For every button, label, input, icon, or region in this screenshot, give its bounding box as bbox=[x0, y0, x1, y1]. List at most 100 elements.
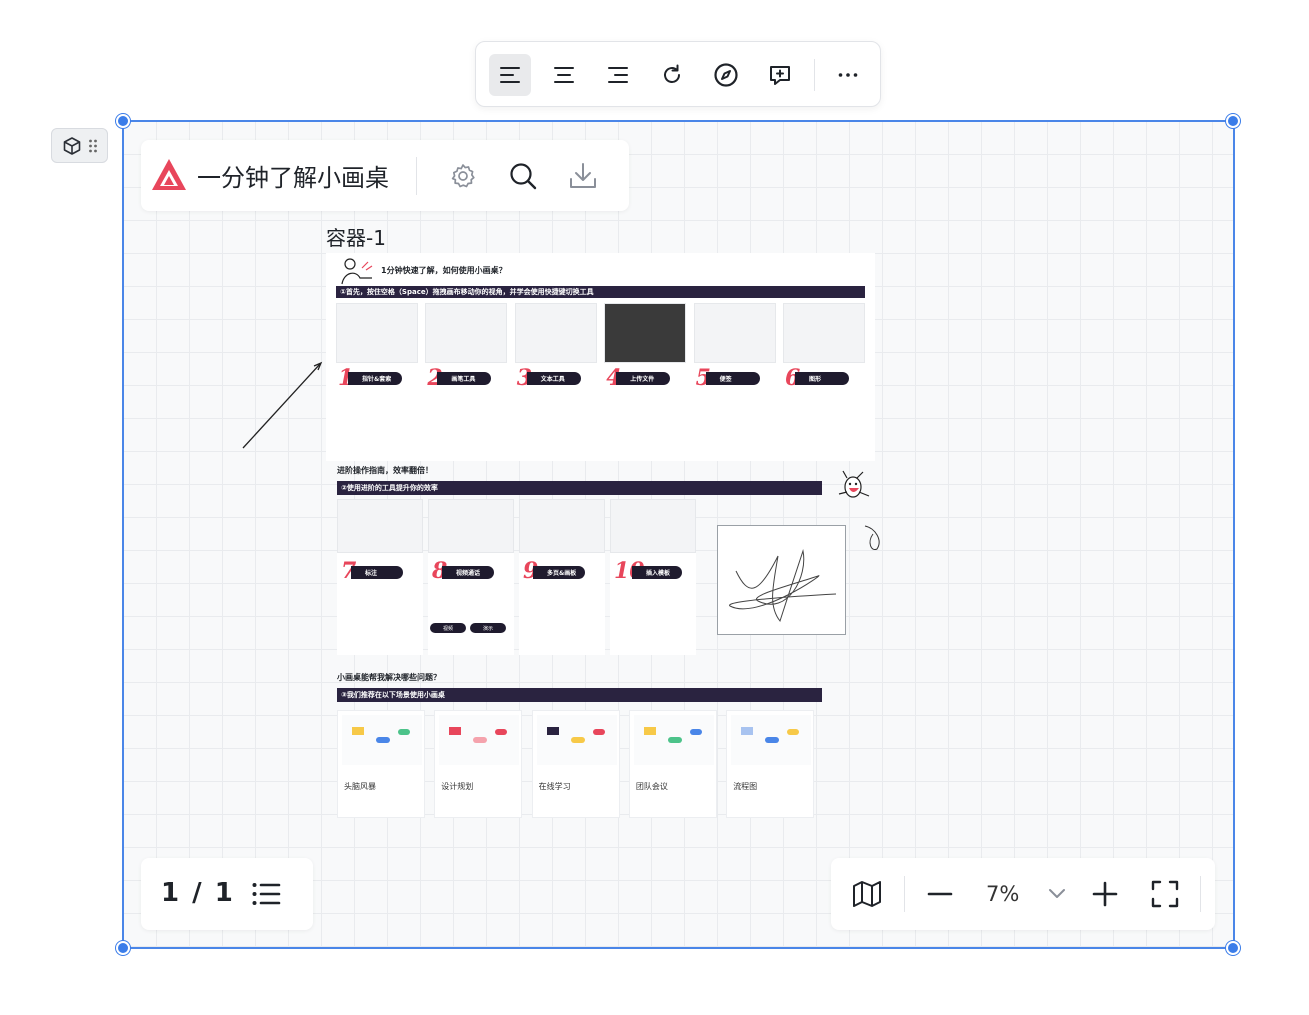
advanced-card: 10 插入模板 bbox=[610, 499, 696, 655]
section2-title: 进阶操作指南，效率翻倍！ bbox=[337, 466, 433, 475]
scene-card: 团队会议 bbox=[628, 710, 717, 818]
refresh-button[interactable] bbox=[651, 54, 693, 96]
align-right-button[interactable] bbox=[597, 54, 639, 96]
section3-title: 小画桌能帮我解决哪些问题？ bbox=[337, 673, 441, 682]
tool-thumbnail bbox=[783, 303, 865, 363]
advanced-card: 8 视频通话 视频 演示 bbox=[428, 499, 514, 655]
advanced-thumbnail bbox=[519, 499, 605, 553]
header-divider bbox=[416, 157, 417, 195]
section1-banner: ①首先，按住空格（Space）拖拽画布移动你的视角，并学会使用快捷键切换工具 bbox=[336, 286, 865, 298]
zoom-in-button[interactable] bbox=[1085, 874, 1125, 914]
scene-thumbnail bbox=[439, 715, 520, 765]
tools-row: 1 指针&套索 2 画笔工具 3 文本工具 4 上传文件 5 便签 6 图形 bbox=[336, 303, 865, 453]
align-right-icon bbox=[608, 67, 628, 83]
minimap-button[interactable] bbox=[847, 874, 887, 914]
resize-handle-bottom-right[interactable] bbox=[1226, 941, 1240, 955]
align-center-button[interactable] bbox=[543, 54, 585, 96]
scene-name: 头脑风暴 bbox=[344, 782, 376, 791]
drawn-arrow[interactable] bbox=[238, 358, 328, 453]
floating-toolbar bbox=[475, 41, 881, 107]
tool-card: 5 便签 bbox=[693, 303, 776, 453]
compass-icon bbox=[714, 63, 738, 87]
doc-title: 1分钟快速了解，如何使用小画桌？ bbox=[381, 266, 507, 275]
settings-button[interactable] bbox=[443, 156, 483, 196]
advanced-card: 9 多页&画板 bbox=[519, 499, 605, 655]
advanced-label: 多页&画板 bbox=[533, 566, 585, 579]
tool-card: 4 上传文件 bbox=[604, 303, 687, 453]
tool-label: 指针&套索 bbox=[348, 372, 402, 385]
page-indicator: 1 / 1 bbox=[161, 878, 235, 908]
guide-section-1[interactable]: 1分钟快速了解，如何使用小画桌？ ①首先，按住空格（Space）拖拽画布移动你的… bbox=[326, 253, 875, 461]
scene-name: 在线学习 bbox=[538, 782, 571, 791]
app-title: 一分钟了解小画桌 bbox=[197, 164, 389, 192]
cube-icon bbox=[63, 136, 80, 155]
tool-thumbnail bbox=[604, 303, 687, 363]
signature-scribble bbox=[729, 549, 837, 623]
tool-label: 文本工具 bbox=[526, 372, 581, 385]
search-button[interactable] bbox=[503, 156, 543, 196]
zoom-divider-end bbox=[1200, 876, 1201, 912]
scene-thumbnail bbox=[731, 715, 812, 765]
align-center-icon bbox=[554, 67, 574, 83]
section2-banner: ②使用进阶的工具提升你的效率 bbox=[337, 481, 822, 495]
download-button[interactable] bbox=[563, 156, 603, 196]
scene-thumbnail bbox=[633, 715, 714, 765]
block-handle[interactable] bbox=[51, 128, 108, 163]
tool-card: 1 指针&套索 bbox=[336, 303, 418, 453]
tool-card: 2 画笔工具 bbox=[425, 303, 508, 453]
download-icon bbox=[570, 163, 596, 188]
zoom-out-button[interactable] bbox=[920, 874, 960, 914]
guide-section-3[interactable]: 小画桌能帮我解决哪些问题？ ③我们推荐在以下场景使用小画桌 头脑风暴 设计规划 … bbox=[335, 668, 822, 820]
scene-name: 流程图 bbox=[733, 782, 758, 791]
scene-name: 团队会议 bbox=[635, 782, 668, 791]
tool-thumbnail bbox=[693, 303, 776, 363]
fullscreen-button[interactable] bbox=[1145, 874, 1185, 914]
advanced-label: 标注 bbox=[351, 566, 403, 579]
tool-thumbnail bbox=[425, 303, 508, 363]
tool-card: 3 文本工具 bbox=[514, 303, 597, 453]
align-left-icon bbox=[500, 67, 520, 83]
search-icon bbox=[510, 163, 537, 190]
map-icon bbox=[853, 881, 881, 907]
zoom-dropdown-button[interactable] bbox=[1037, 874, 1077, 914]
scene-thumbnail bbox=[342, 715, 422, 765]
more-button[interactable] bbox=[827, 54, 869, 96]
refresh-icon bbox=[664, 64, 680, 83]
scene-card: 在线学习 bbox=[531, 710, 620, 818]
section3-banner: ③我们推荐在以下场景使用小画桌 bbox=[337, 688, 822, 702]
resize-handle-top-left[interactable] bbox=[116, 114, 130, 128]
scene-row: 头脑风暴 设计规划 在线学习 团队会议 流程图 bbox=[337, 710, 822, 818]
drawing-frame[interactable] bbox=[717, 525, 846, 635]
advanced-card: 7 标注 bbox=[337, 499, 423, 655]
illustration-person bbox=[341, 258, 373, 285]
toolbar-divider bbox=[814, 59, 815, 91]
resize-handle-top-right[interactable] bbox=[1226, 114, 1240, 128]
zoom-value: 7% bbox=[986, 882, 1020, 906]
tool-card: 6 图形 bbox=[783, 303, 865, 453]
zoom-in-icon bbox=[1092, 881, 1118, 907]
scene-card: 设计规划 bbox=[434, 710, 523, 818]
add-comment-button[interactable] bbox=[759, 54, 801, 96]
mascot-illustration bbox=[838, 470, 870, 498]
video-button[interactable]: 视频 bbox=[430, 623, 466, 633]
tool-label: 图形 bbox=[795, 372, 849, 385]
logo-icon bbox=[152, 159, 186, 190]
tool-label: 上传文件 bbox=[616, 372, 671, 385]
advanced-thumbnail bbox=[610, 499, 696, 553]
advanced-row: 7 标注 8 视频通话 视频 演示 9 多页&画板 10 插入模板 bbox=[337, 499, 699, 655]
present-button[interactable]: 演示 bbox=[470, 623, 506, 633]
chevron-down-icon bbox=[1049, 889, 1065, 898]
advanced-thumbnail bbox=[337, 499, 423, 553]
zoom-divider bbox=[904, 876, 905, 912]
advanced-thumbnail bbox=[428, 499, 514, 553]
drag-handle-icon bbox=[88, 139, 97, 152]
comment-add-icon bbox=[770, 66, 790, 85]
navigate-button[interactable] bbox=[705, 54, 747, 96]
board-header: 一分钟了解小画桌 bbox=[141, 140, 629, 211]
scene-card: 头脑风暴 bbox=[337, 710, 425, 818]
resize-handle-bottom-left[interactable] bbox=[116, 941, 130, 955]
tool-label: 便签 bbox=[705, 372, 760, 385]
small-scribble[interactable] bbox=[861, 522, 885, 552]
page-list-button[interactable] bbox=[246, 876, 286, 912]
align-left-button[interactable] bbox=[489, 54, 531, 96]
